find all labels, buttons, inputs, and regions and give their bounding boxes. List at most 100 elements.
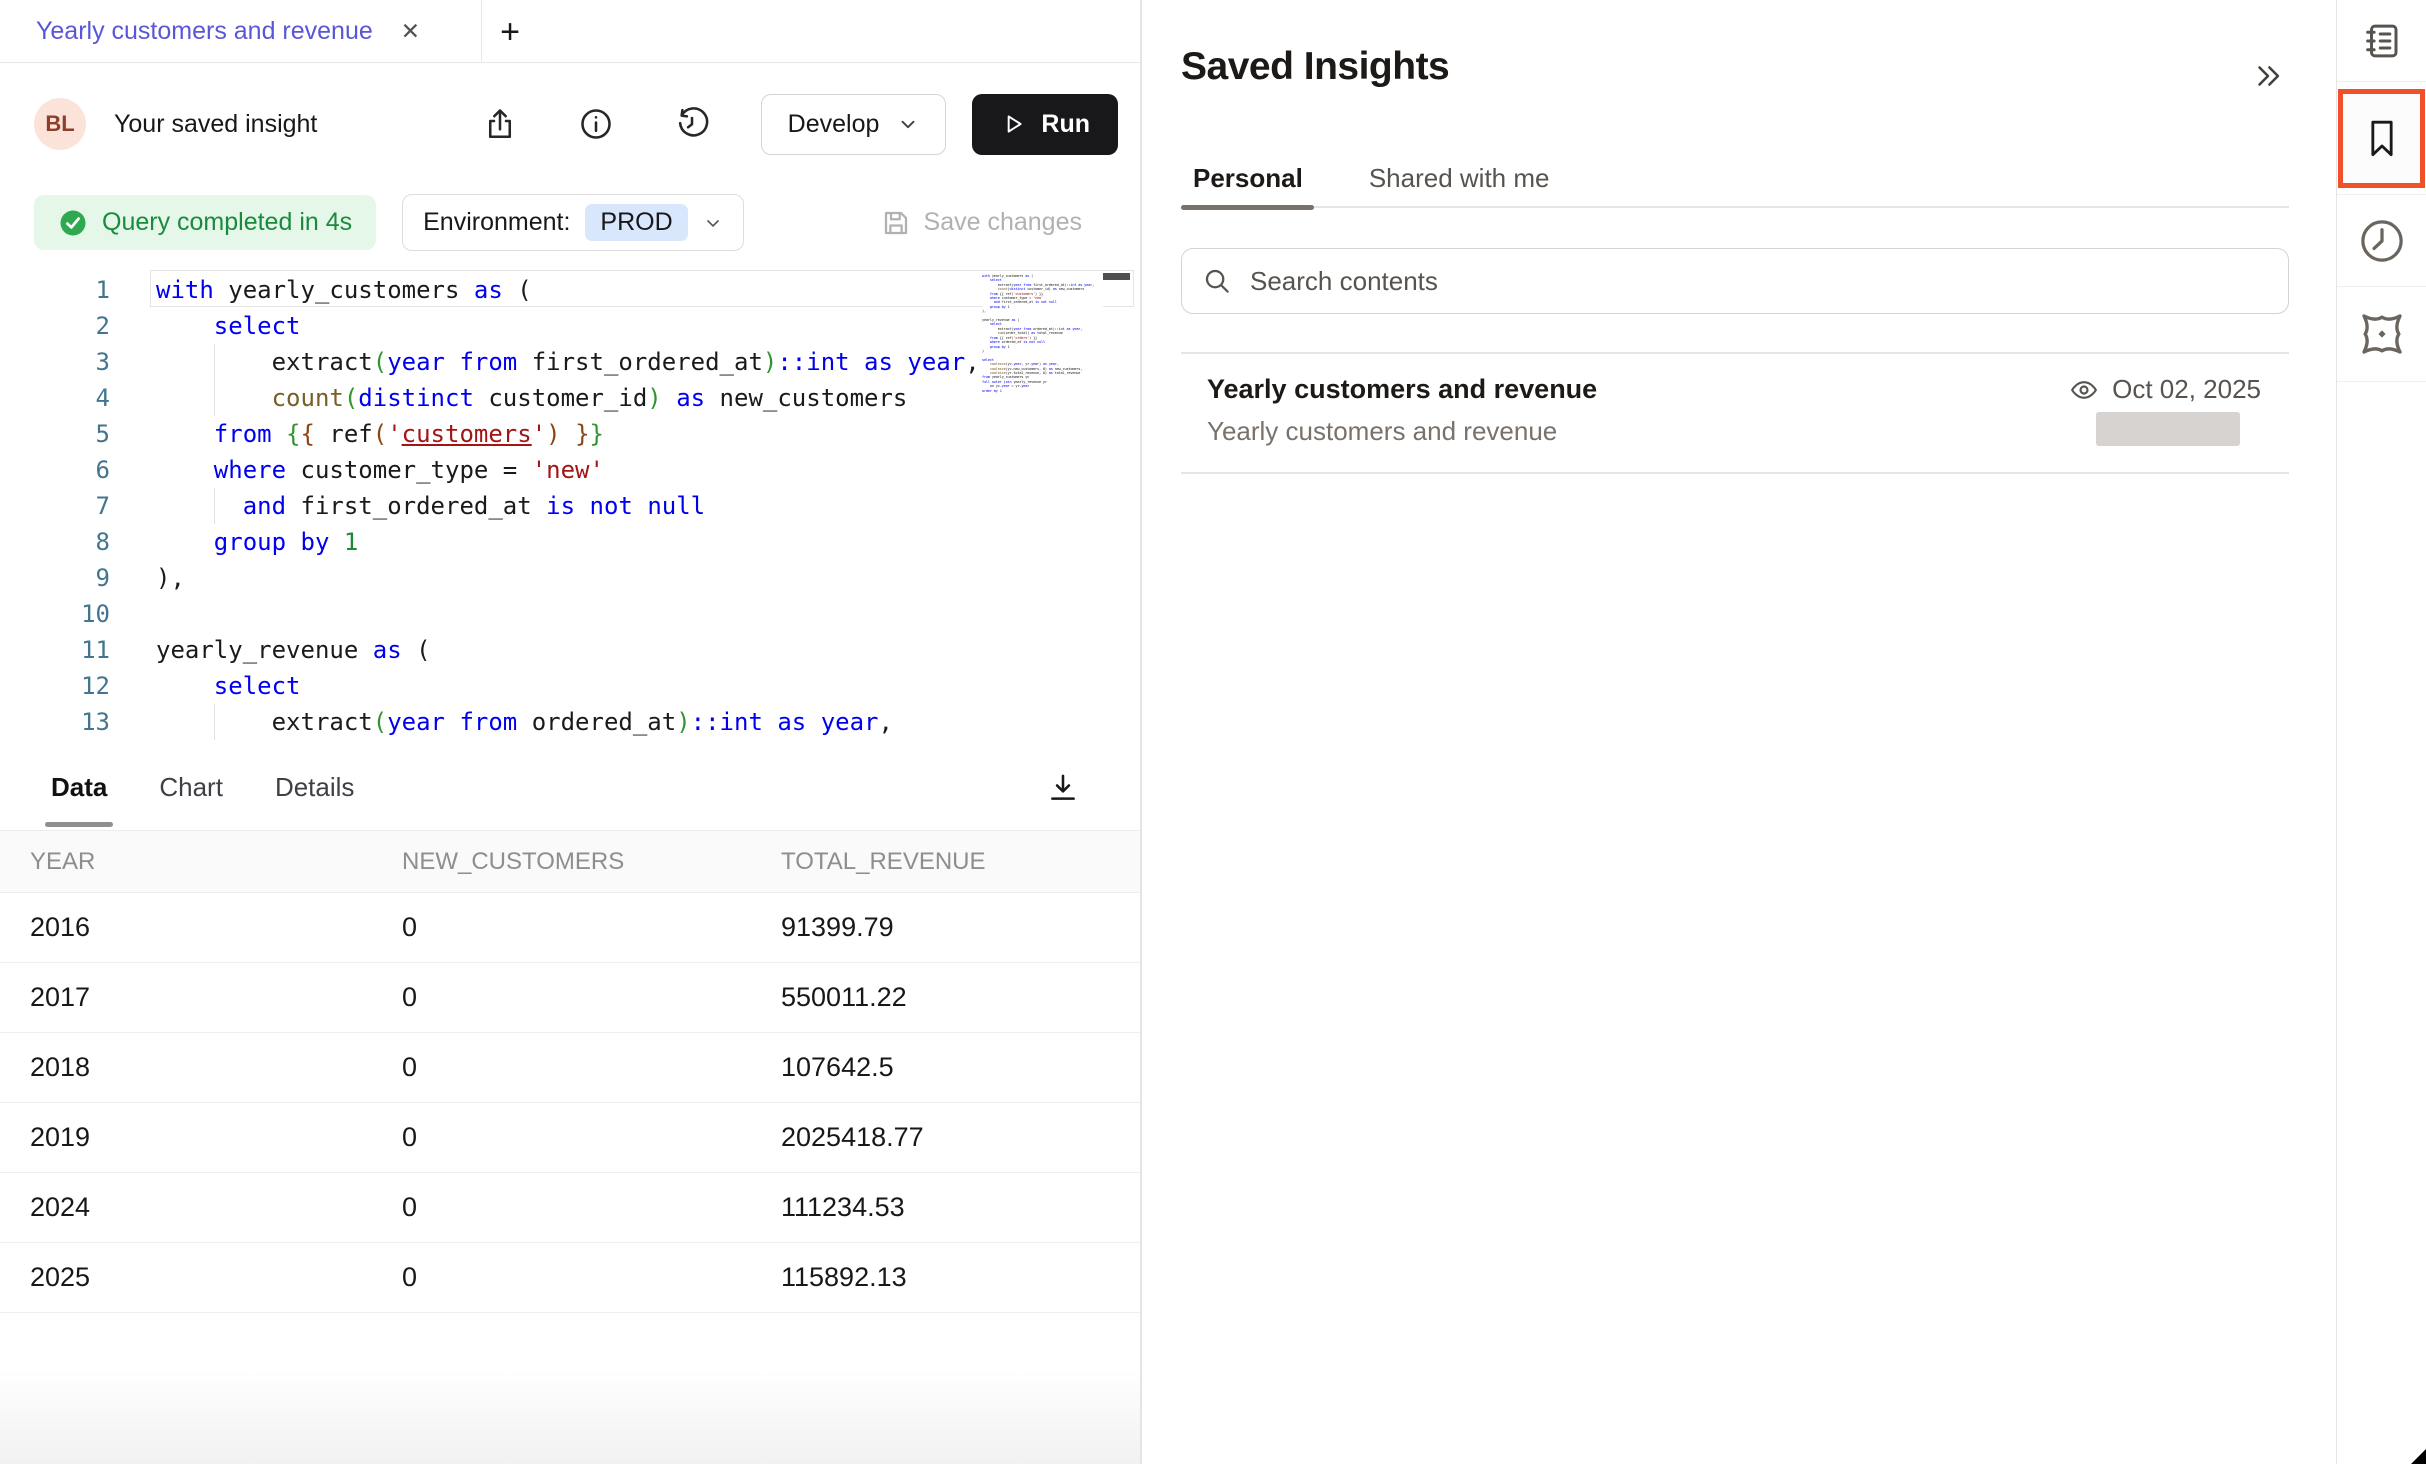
search-input[interactable] [1250, 266, 2268, 297]
rail-item-history[interactable] [2337, 195, 2426, 287]
column-header-year: YEAR [30, 848, 402, 876]
results-tab-chart[interactable]: Chart [159, 772, 223, 803]
line-number: 7 [0, 488, 110, 524]
list-divider [1181, 472, 2289, 474]
table-cell: 2025 [30, 1262, 402, 1293]
line-number: 12 [0, 668, 110, 704]
search-box[interactable] [1181, 248, 2289, 314]
code-line: 4 count(distinct customer_id) as new_cus… [0, 380, 1140, 416]
code-line: 5 from {{ ref('customers') }} [0, 416, 1140, 452]
download-results-button[interactable] [1044, 769, 1082, 807]
table-cell: 2018 [30, 1052, 402, 1083]
insight-meta: Oct 02, 2025 [2069, 374, 2261, 405]
eye-icon [2069, 375, 2099, 405]
editor-scrollbar-thumb[interactable] [1103, 273, 1130, 280]
results-tabbar: Data Chart Details [0, 745, 1140, 830]
table-cell: 0 [402, 1262, 781, 1293]
line-number: 4 [0, 380, 110, 416]
line-number: 10 [0, 596, 110, 632]
query-status-text: Query completed in 4s [102, 208, 352, 237]
column-header-total-revenue: TOTAL_REVENUE [781, 848, 1140, 876]
share-button[interactable] [479, 103, 521, 145]
code-line: 11yearly_revenue as ( [0, 632, 1140, 668]
table-cell: 107642.5 [781, 1052, 1140, 1083]
table-cell: 2017 [30, 982, 402, 1013]
run-label: Run [1041, 110, 1090, 139]
tab-personal[interactable]: Personal [1193, 150, 1303, 206]
history-button[interactable] [671, 103, 713, 145]
table-cell: 0 [402, 1122, 781, 1153]
column-header-new-customers: NEW_CUSTOMERS [402, 848, 781, 876]
mouse-cursor-fragment [2411, 1449, 2426, 1464]
code-line: 8 group by 1 [0, 524, 1140, 560]
save-changes-label: Save changes [924, 208, 1082, 237]
table-cell: 550011.22 [781, 982, 1140, 1013]
table-cell: 0 [402, 912, 781, 943]
code-line: 13 extract(year from ordered_at)::int as… [0, 704, 1140, 740]
insight-date: Oct 02, 2025 [2112, 374, 2261, 405]
table-cell: 91399.79 [781, 912, 1140, 943]
table-cell: 2025418.77 [781, 1122, 1140, 1153]
code-line: 6 where customer_type = 'new' [0, 452, 1140, 488]
table-row: 201902025418.77 [0, 1103, 1140, 1173]
tab-yearly-customers-and-revenue[interactable]: Yearly customers and revenue ✕ [0, 0, 420, 63]
dbt-logo-icon [2355, 307, 2409, 361]
table-row: 20180107642.5 [0, 1033, 1140, 1103]
table-cell: 2019 [30, 1122, 402, 1153]
develop-label: Develop [788, 110, 880, 139]
table-cell: 2024 [30, 1192, 402, 1223]
close-tab-icon[interactable]: ✕ [401, 20, 420, 43]
table-row: 20240111234.53 [0, 1173, 1140, 1243]
table-row: 20250115892.13 [0, 1243, 1140, 1313]
editor-minimap[interactable]: with yearly_customers as ( select extrac… [982, 274, 1103, 734]
insight-subtitle: Yearly customers and revenue [1207, 416, 1557, 447]
table-cell: 2016 [30, 912, 402, 943]
table-cell: 111234.53 [781, 1192, 1140, 1223]
line-number: 8 [0, 524, 110, 560]
table-cell: 0 [402, 982, 781, 1013]
insight-toolbar: BL Your saved insight Develop [0, 63, 1140, 185]
line-number: 11 [0, 632, 110, 668]
environment-label: Environment: [423, 208, 570, 237]
table-cell: 0 [402, 1052, 781, 1083]
tab-shared-with-me[interactable]: Shared with me [1369, 150, 1550, 206]
insight-list-item[interactable]: Yearly customers and revenue Oct 02, 202… [1181, 360, 2289, 472]
line-number: 3 [0, 344, 110, 380]
rail-item-dbt[interactable] [2337, 287, 2426, 382]
table-header-row: YEAR NEW_CUSTOMERS TOTAL_REVENUE [0, 830, 1140, 893]
play-icon [1000, 111, 1026, 137]
sql-editor[interactable]: 1with yearly_customers as (2 select3 ext… [0, 260, 1140, 745]
info-icon [578, 106, 614, 142]
develop-dropdown[interactable]: Develop [761, 94, 947, 155]
results-table: YEAR NEW_CUSTOMERS TOTAL_REVENUE 2016091… [0, 830, 1140, 1313]
rail-item-catalog[interactable] [2337, 0, 2426, 82]
history-icon [674, 106, 710, 142]
info-button[interactable] [575, 103, 617, 145]
code-lines: 1with yearly_customers as (2 select3 ext… [0, 272, 1140, 740]
environment-selector[interactable]: Environment: PROD [402, 194, 744, 251]
new-tab-button[interactable]: + [489, 11, 531, 53]
table-row: 2016091399.79 [0, 893, 1140, 963]
share-icon [482, 106, 518, 142]
run-button[interactable]: Run [972, 94, 1118, 155]
rail-item-saved-insights[interactable] [2337, 82, 2426, 195]
code-line: 12 select [0, 668, 1140, 704]
collapse-panel-button[interactable] [2248, 56, 2288, 96]
table-cell: 115892.13 [781, 1262, 1140, 1293]
results-tab-details[interactable]: Details [275, 772, 354, 803]
panel-title: Saved Insights [1181, 45, 1449, 89]
chevron-down-icon [703, 213, 723, 233]
table-row: 20170550011.22 [0, 963, 1140, 1033]
code-line: 7 and first_ordered_at is not null [0, 488, 1140, 524]
query-statusbar: Query completed in 4s Environment: PROD … [0, 185, 1140, 260]
query-status-pill: Query completed in 4s [34, 195, 376, 250]
search-icon [1202, 266, 1232, 296]
save-changes-button[interactable]: Save changes [881, 208, 1082, 238]
code-line: 10 [0, 596, 1140, 632]
results-tab-data[interactable]: Data [51, 772, 107, 803]
double-chevron-right-icon [2251, 59, 2285, 93]
check-circle-icon [58, 208, 88, 238]
bookmark-icon [2362, 115, 2402, 161]
insight-label: Your saved insight [114, 110, 317, 139]
bottom-scroll-fade [0, 1369, 1140, 1464]
